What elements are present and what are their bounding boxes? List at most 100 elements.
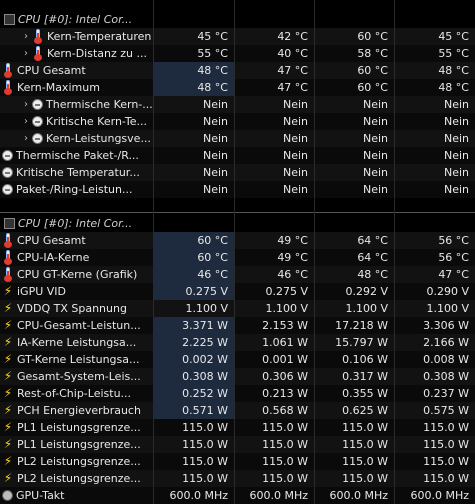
maximum-value: 115.0 W [342, 421, 388, 434]
sensor-label: CPU-IA-Kerne [17, 251, 90, 264]
minimum-value: 0.001 W [262, 353, 308, 366]
average-value: 115.0 W [423, 421, 469, 434]
thermometer-icon [32, 46, 44, 61]
average-value: Nein [443, 115, 469, 128]
current-value: 2.225 W [153, 334, 234, 351]
sensor-row[interactable]: › Kritische Kern-Te... Nein Nein Nein Nein [0, 113, 475, 130]
sensor-row[interactable]: Kern-Maximum 48 °C 47 °C 60 °C 48 °C [0, 79, 475, 96]
sensor-row[interactable]: ⚡ PL2 Leistungsgrenze... 115.0 W 115.0 W 115… [0, 453, 475, 470]
sensor-row[interactable]: Paket-/Ring-Leistun... Nein Nein Nein Nein [0, 181, 475, 198]
sensor-row[interactable]: ⚡ VDDQ TX Spannung 1.100 V 1.100 V 1.100 V 1.… [0, 300, 475, 317]
current-value: 115.0 W [182, 472, 228, 485]
sensor-row[interactable]: CPU Gesamt 48 °C 47 °C 60 °C 48 °C [0, 62, 475, 79]
minimum-value: 47 °C [277, 64, 308, 77]
sensor-label: Thermische Kern-... [46, 98, 153, 111]
chevron-right-icon[interactable]: › [20, 113, 32, 130]
chevron-right-icon[interactable]: › [20, 45, 32, 62]
status-circle-icon [2, 150, 13, 161]
status-circle-icon [32, 133, 43, 144]
lightning-icon: ⚡ [3, 369, 13, 383]
sensor-row[interactable]: ⚡ IA-Kerne Leistungsa... 2.225 W 1.061 W 15.… [0, 334, 475, 351]
thermometer-icon [2, 80, 14, 95]
thermometer-icon [2, 233, 14, 248]
minimum-value: 600.0 MHz [249, 489, 308, 502]
thermometer-icon [2, 63, 14, 78]
sensor-row[interactable]: › Kern-Distanz zu ... 55 °C 40 °C 58 °C 55 °C [0, 45, 475, 62]
sensor-label: iGPU VID [17, 285, 67, 298]
sensor-label: Paket-/Ring-Leistun... [16, 183, 133, 196]
sensor-label: Rest-of-Chip-Leistu... [17, 387, 132, 400]
average-value: 56 °C [438, 251, 469, 264]
sensor-label: Kern-Distanz zu ... [47, 47, 147, 60]
status-circle-icon [32, 116, 43, 127]
section-divider [0, 212, 475, 213]
minimum-value: 47 °C [277, 81, 308, 94]
lightning-icon: ⚡ [3, 420, 13, 434]
column-divider[interactable] [234, 0, 235, 504]
sensor-row[interactable]: Kritische Temperatur... Nein Nein Nein Nein [0, 164, 475, 181]
current-value: 60 °C [153, 232, 234, 249]
sensor-row[interactable]: ⚡ CPU-Gesamt-Leistun... 3.371 W 2.153 W 17.2… [0, 317, 475, 334]
lightning-icon: ⚡ [3, 284, 13, 298]
minimum-value: Nein [282, 132, 308, 145]
status-circle-icon [2, 184, 13, 195]
maximum-value: 115.0 W [342, 472, 388, 485]
sensor-row[interactable]: › Kern-Temperaturen 45 °C 42 °C 60 °C 45 °C [0, 28, 475, 45]
chevron-right-icon[interactable]: › [20, 28, 32, 45]
sensor-row[interactable]: CPU GT-Kerne (Grafik) 46 °C 46 °C 48 °C 47 °… [0, 266, 475, 283]
minimum-value: Nein [282, 149, 308, 162]
maximum-value: Nein [362, 183, 388, 196]
sensor-row[interactable]: ⚡ Rest-of-Chip-Leistu... 0.252 W 0.213 W 0.3… [0, 385, 475, 402]
average-value: 55 °C [438, 47, 469, 60]
current-value: 60 °C [153, 249, 234, 266]
lightning-icon: ⚡ [3, 403, 13, 417]
average-value: 115.0 W [423, 455, 469, 468]
minimum-value: 49 °C [277, 251, 308, 264]
sensor-row[interactable]: › Kern-Leistungsve... Nein Nein Nein Nein [0, 130, 475, 147]
current-value: Nein [202, 183, 228, 196]
current-value: Nein [202, 166, 228, 179]
sensor-row[interactable]: GPU-Takt 600.0 MHz 600.0 MHz 600.0 MHz 600.0… [0, 487, 475, 504]
current-value: Nein [202, 115, 228, 128]
current-value: 0.002 W [153, 351, 234, 368]
sensor-row[interactable]: ⚡ iGPU VID 0.275 V 0.275 V 0.292 V 0.290 V [0, 283, 475, 300]
current-value: Nein [202, 149, 228, 162]
minimum-value: 1.100 V [265, 302, 308, 315]
average-value: Nein [443, 98, 469, 111]
status-circle-icon [32, 99, 43, 110]
lightning-icon: ⚡ [3, 471, 13, 485]
minimum-value: Nein [282, 98, 308, 111]
sensor-row[interactable]: CPU Gesamt 60 °C 49 °C 64 °C 56 °C [0, 232, 475, 249]
column-divider[interactable] [314, 0, 315, 504]
minimum-value: 1.061 W [262, 336, 308, 349]
sensor-row[interactable]: ⚡ PCH Energieverbrauch 0.571 W 0.568 W 0.625… [0, 402, 475, 419]
sensor-group-header[interactable]: CPU [#0]: Intel Cor... [0, 215, 475, 232]
maximum-value: 1.100 V [345, 302, 388, 315]
average-value: Nein [443, 132, 469, 145]
sensor-label: PL1 Leistungsgrenze... [17, 421, 141, 434]
chevron-right-icon[interactable]: › [20, 96, 32, 113]
sensor-label: Kern-Maximum [17, 81, 100, 94]
sensor-row[interactable]: ⚡ PL1 Leistungsgrenze... 115.0 W 115.0 W 115… [0, 419, 475, 436]
lightning-icon: ⚡ [3, 454, 13, 468]
sensor-row[interactable]: › Thermische Kern-... Nein Nein Nein Nein [0, 96, 475, 113]
column-divider[interactable] [153, 0, 154, 504]
chevron-right-icon[interactable]: › [20, 130, 32, 147]
minimum-value: 42 °C [277, 30, 308, 43]
sensor-row[interactable]: CPU-IA-Kerne 60 °C 49 °C 64 °C 56 °C [0, 249, 475, 266]
sensor-row[interactable]: ⚡ PL1 Leistungsgrenze... 115.0 W 115.0 W 115… [0, 436, 475, 453]
current-value: 115.0 W [182, 438, 228, 451]
average-value: 0.308 W [423, 370, 469, 383]
maximum-value: 115.0 W [342, 438, 388, 451]
minimum-value: 49 °C [277, 234, 308, 247]
sensor-row[interactable]: ⚡ PL2 Leistungsgrenze... 115.0 W 115.0 W 115… [0, 470, 475, 487]
minimum-value: 115.0 W [262, 455, 308, 468]
minimum-value: 46 °C [277, 268, 308, 281]
sensor-row[interactable]: ⚡ GT-Kerne Leistungsa... 0.002 W 0.001 W 0.1… [0, 351, 475, 368]
current-value: 45 °C [197, 30, 228, 43]
sensor-row[interactable]: Thermische Paket-/R... Nein Nein Nein Nein [0, 147, 475, 164]
sensor-label: Kritische Kern-Te... [46, 115, 147, 128]
sensor-row[interactable]: ⚡ Gesamt-System-Leis... 0.308 W 0.306 W 0.31… [0, 368, 475, 385]
sensor-group-header[interactable]: CPU [#0]: Intel Cor... [0, 11, 475, 28]
column-divider[interactable] [394, 0, 395, 504]
